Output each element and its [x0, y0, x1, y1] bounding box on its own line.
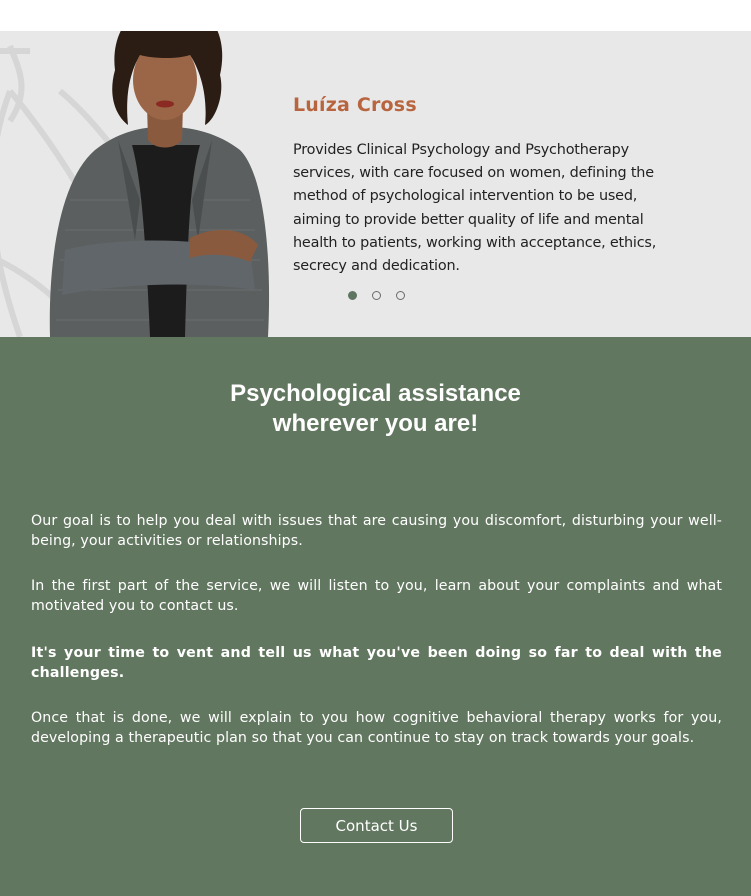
assistance-section: Psychological assistance wherever you ar…	[0, 337, 751, 896]
profile-hero: Luíza Cross Provides Clinical Psychology…	[0, 31, 751, 337]
carousel-dot-1[interactable]	[348, 291, 357, 300]
top-strip	[0, 0, 751, 31]
carousel-dots	[348, 291, 405, 300]
paragraph-goal: Our goal is to help you deal with issues…	[31, 513, 722, 549]
paragraph-therapy-plan: Once that is done, we will explain to yo…	[31, 710, 722, 746]
contact-us-button[interactable]: Contact Us	[300, 808, 453, 843]
profile-name: Luíza Cross	[293, 94, 417, 116]
section-headline: Psychological assistance wherever you ar…	[0, 379, 751, 439]
headline-line-1: Psychological assistance	[230, 380, 521, 407]
portrait-photo	[49, 31, 270, 337]
paragraph-first-part: In the first part of the service, we wil…	[31, 578, 722, 614]
paragraph-vent: It's your time to vent and tell us what …	[31, 645, 722, 681]
carousel-dot-2[interactable]	[372, 291, 381, 300]
headline-line-2: wherever you are!	[272, 410, 479, 437]
profile-bio: Provides Clinical Psychology and Psychot…	[293, 142, 657, 275]
carousel-dot-3[interactable]	[396, 291, 405, 300]
